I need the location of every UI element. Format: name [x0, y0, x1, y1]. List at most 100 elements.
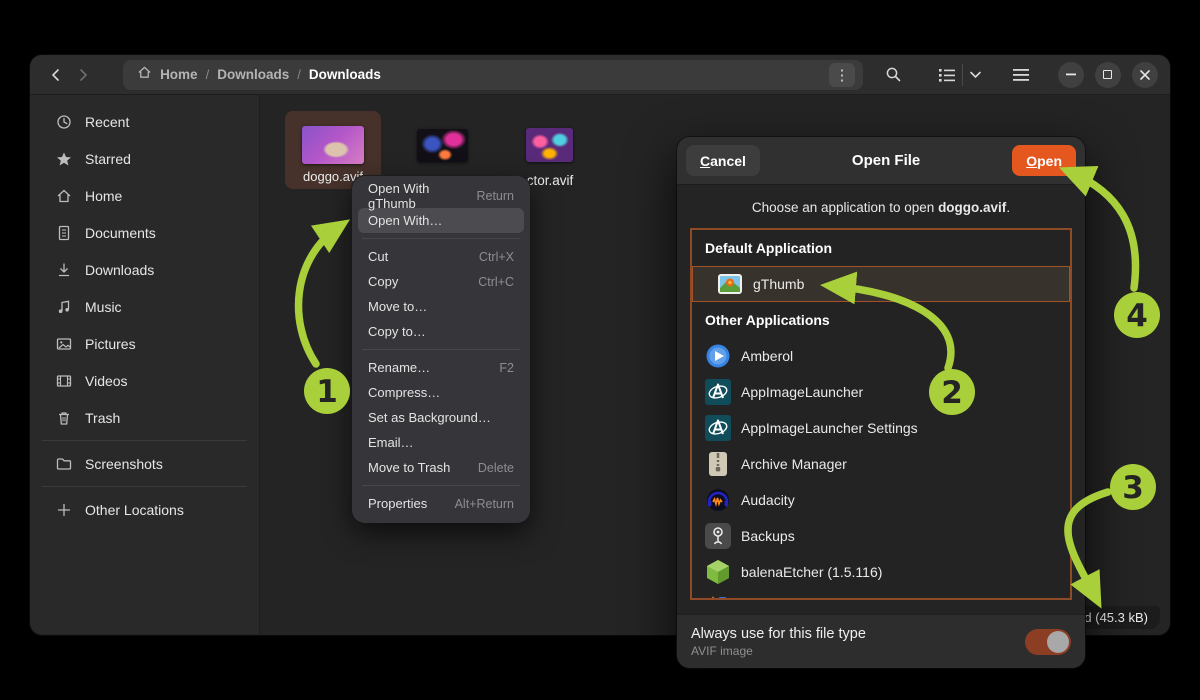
- sidebar-item-other-locations[interactable]: Other Locations: [30, 491, 259, 528]
- sidebar-item-label: Videos: [85, 373, 128, 389]
- audacity-icon: [705, 487, 731, 513]
- search-icon[interactable]: [879, 60, 909, 90]
- breadcrumb-separator: /: [297, 67, 301, 82]
- sidebar-item-label: Home: [85, 188, 122, 204]
- dialog-prompt: Choose an application to open doggo.avif…: [677, 200, 1085, 215]
- menu-shortcut: Return: [476, 189, 514, 203]
- menu-shortcut: Alt+Return: [455, 497, 514, 511]
- menu-shortcut: F2: [499, 361, 514, 375]
- menu-item-label: Copy to…: [368, 324, 426, 339]
- menu-item-label: Compress…: [368, 385, 440, 400]
- sidebar-item-screenshots[interactable]: Screenshots: [30, 445, 259, 482]
- always-use-section: Always use for this file type AVIF image: [677, 614, 1085, 668]
- dialog-header: Cancel Open File Open: [677, 137, 1085, 185]
- app-row-gthumb[interactable]: gThumb: [692, 266, 1070, 302]
- app-name-label: Audacity: [741, 492, 795, 508]
- back-icon[interactable]: [42, 61, 70, 89]
- menu-item-open-with[interactable]: Open With…: [358, 208, 524, 233]
- file-thumbnail-2[interactable]: [417, 129, 468, 162]
- sidebar-item-label: Starred: [85, 151, 131, 167]
- sidebar-item-label: Downloads: [85, 262, 154, 278]
- sidebar-item-label: Other Locations: [85, 502, 184, 518]
- app-row-archive-manager[interactable]: Archive Manager: [692, 446, 1070, 482]
- sidebar-item-starred[interactable]: Starred: [30, 140, 259, 177]
- app-row-backups[interactable]: Backups: [692, 518, 1070, 554]
- always-use-label: Always use for this file type: [691, 626, 866, 642]
- sidebar-item-label: Recent: [85, 114, 129, 130]
- sidebar-item-label: Music: [85, 299, 122, 315]
- menu-item-move-to-trash[interactable]: Move to Trash Delete: [358, 455, 524, 480]
- menu-item-label: Open With gThumb: [368, 181, 476, 211]
- menu-item-rename[interactable]: Rename… F2: [358, 355, 524, 380]
- breadcrumb-parent[interactable]: Downloads: [217, 67, 289, 82]
- cancel-button[interactable]: Cancel: [686, 145, 760, 176]
- divider: [962, 64, 963, 86]
- view-options-chevron-down-icon[interactable]: [969, 70, 982, 79]
- main-menu-hamburger-icon[interactable]: [1006, 60, 1036, 90]
- sidebar-item-label: Documents: [85, 225, 156, 241]
- menu-shortcut: Ctrl+X: [479, 250, 514, 264]
- forward-icon[interactable]: [70, 61, 98, 89]
- close-icon[interactable]: [1132, 62, 1158, 88]
- app-row-amberol[interactable]: Amberol: [692, 338, 1070, 374]
- app-name-label: Backups: [741, 528, 795, 544]
- sidebar-item-pictures[interactable]: Pictures: [30, 325, 259, 362]
- menu-item-copy-to[interactable]: Copy to…: [358, 319, 524, 344]
- gthumb-icon: [717, 271, 743, 297]
- balenaetcher-icon: [705, 559, 731, 585]
- app-name-label: balenaEtcher (1.5.116): [741, 564, 882, 580]
- application-list: Default Application gThumb Other Applica…: [690, 228, 1072, 600]
- menu-item-cut[interactable]: Cut Ctrl+X: [358, 244, 524, 269]
- app-name-label: AppImageLauncher: [741, 384, 863, 400]
- menu-item-label: Email…: [368, 435, 414, 450]
- menu-item-label: Set as Background…: [368, 410, 491, 425]
- sidebar-item-label: Trash: [85, 410, 120, 426]
- list-view-icon[interactable]: [938, 67, 956, 83]
- menu-item-properties[interactable]: Properties Alt+Return: [358, 491, 524, 516]
- menu-item-compress[interactable]: Compress…: [358, 380, 524, 405]
- menu-item-label: Copy: [368, 274, 398, 289]
- open-button[interactable]: Open: [1012, 145, 1076, 176]
- breadcrumb[interactable]: Home / Downloads / Downloads ⋮: [123, 60, 863, 90]
- breadcrumb-current[interactable]: Downloads: [309, 67, 381, 82]
- sidebar: Recent Starred Home Documents Downloads …: [30, 95, 260, 634]
- app-name-label: Archive Manager: [741, 456, 847, 472]
- menu-item-copy[interactable]: Copy Ctrl+C: [358, 269, 524, 294]
- menu-item-open-with-gthumb[interactable]: Open With gThumb Return: [358, 183, 524, 208]
- toggle-knob: [1047, 631, 1069, 653]
- path-menu-kebab-icon[interactable]: ⋮: [829, 63, 855, 87]
- home-icon: [55, 187, 72, 204]
- app-row-balenaetcher[interactable]: balenaEtcher (1.5.116): [692, 554, 1070, 590]
- other-applications-header: Other Applications: [692, 302, 1070, 338]
- file-thumbnail-3[interactable]: [526, 128, 573, 162]
- menu-item-label: Rename…: [368, 360, 430, 375]
- menu-item-move-to[interactable]: Move to…: [358, 294, 524, 319]
- menu-separator: [362, 485, 520, 486]
- menu-item-label: Move to…: [368, 299, 427, 314]
- sidebar-item-home[interactable]: Home: [30, 177, 259, 214]
- sidebar-item-music[interactable]: Music: [30, 288, 259, 325]
- breadcrumb-home[interactable]: Home: [160, 67, 198, 82]
- sidebar-item-videos[interactable]: Videos: [30, 362, 259, 399]
- document-icon: [55, 224, 72, 241]
- sidebar-item-recent[interactable]: Recent: [30, 103, 259, 140]
- breadcrumb-separator: /: [206, 67, 210, 82]
- home-icon: [137, 65, 152, 85]
- app-row-appimagelauncher[interactable]: AppImageLauncher: [692, 374, 1070, 410]
- always-use-toggle[interactable]: [1025, 629, 1071, 655]
- sidebar-separator: [42, 440, 247, 441]
- minimize-icon[interactable]: [1058, 62, 1084, 88]
- menu-item-email[interactable]: Email…: [358, 430, 524, 455]
- backups-icon: [705, 523, 731, 549]
- sidebar-item-downloads[interactable]: Downloads: [30, 251, 259, 288]
- app-row-audacity[interactable]: Audacity: [692, 482, 1070, 518]
- maximize-icon[interactable]: [1095, 62, 1121, 88]
- app-row-appimagelauncher-settings[interactable]: AppImageLauncher Settings: [692, 410, 1070, 446]
- menu-separator: [362, 238, 520, 239]
- app-row-partial[interactable]: [692, 590, 1070, 600]
- menu-item-set-as-background[interactable]: Set as Background…: [358, 405, 524, 430]
- sidebar-item-trash[interactable]: Trash: [30, 399, 259, 436]
- trash-icon: [55, 409, 72, 426]
- titlebar: Home / Downloads / Downloads ⋮: [30, 55, 1170, 95]
- sidebar-item-documents[interactable]: Documents: [30, 214, 259, 251]
